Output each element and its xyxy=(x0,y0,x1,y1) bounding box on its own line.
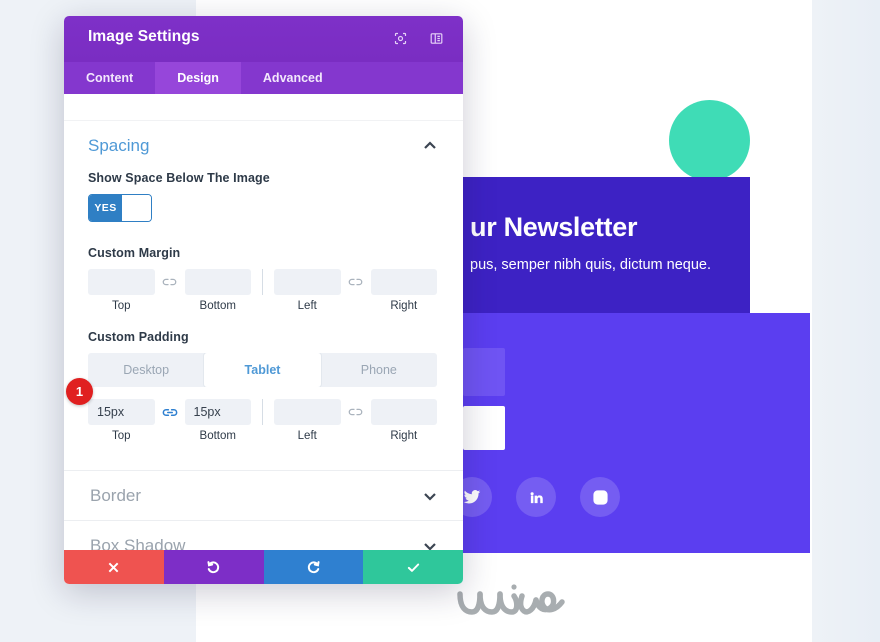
padding-right-label: Right xyxy=(390,430,418,442)
custom-padding-inputs: 15px 15px xyxy=(88,399,437,425)
unlink-icon-padding-horizontal[interactable] xyxy=(341,406,371,418)
show-space-below-toggle[interactable]: YES xyxy=(88,194,152,222)
custom-margin-field: Custom Margin Top Bottom Left Right xyxy=(64,246,463,312)
device-tab-tablet[interactable]: Tablet xyxy=(204,353,321,387)
section-box-shadow-title: Box Shadow xyxy=(90,535,186,551)
modal-body: Spacing Show Space Below The Image YES C… xyxy=(64,94,463,550)
margin-bottom-input[interactable] xyxy=(184,269,251,295)
modal-tabs: Content Design Advanced xyxy=(64,62,463,94)
device-tab-phone[interactable]: Phone xyxy=(321,353,437,387)
newsletter-banner xyxy=(460,177,750,313)
margin-left-label: Left xyxy=(297,300,317,312)
panel-layout-icon[interactable] xyxy=(425,27,447,49)
save-button[interactable] xyxy=(363,550,463,584)
padding-left-label: Left xyxy=(297,430,317,442)
margin-right-input[interactable] xyxy=(370,269,437,295)
step-badge-1: 1 xyxy=(66,378,93,405)
padding-bottom-input[interactable]: 15px xyxy=(184,399,251,425)
page-right-gutter xyxy=(812,0,880,642)
section-spacing-title: Spacing xyxy=(88,136,150,155)
modal-title: Image Settings xyxy=(88,28,200,45)
margin-bottom-label: Bottom xyxy=(199,300,236,312)
modal-header: Image Settings xyxy=(64,16,463,62)
margin-top-label: Top xyxy=(111,300,131,312)
margin-left-input[interactable] xyxy=(274,269,341,295)
section-spacing-header[interactable]: Spacing xyxy=(64,121,463,171)
decorative-teal-circle xyxy=(669,100,750,181)
padding-left-input[interactable] xyxy=(274,399,341,425)
body-top-spacer xyxy=(64,94,463,121)
unlink-icon-margin-vertical[interactable] xyxy=(155,276,185,288)
custom-padding-field: Custom Padding Desktop Tablet Phone 15px xyxy=(64,330,463,442)
redo-button[interactable] xyxy=(263,550,364,584)
margin-divider xyxy=(262,269,263,295)
custom-padding-label: Custom Padding xyxy=(88,330,189,344)
email-field[interactable] xyxy=(463,348,505,396)
chevron-down-icon-border[interactable] xyxy=(423,489,437,503)
cancel-button[interactable] xyxy=(64,550,164,584)
padding-divider xyxy=(262,399,263,425)
section-box-shadow-header[interactable]: Box Shadow xyxy=(64,520,463,550)
chevron-down-icon-box-shadow[interactable] xyxy=(423,539,437,550)
link-icon-padding-vertical[interactable] xyxy=(155,406,185,419)
image-settings-modal: Image Settings Content Design Advanced S… xyxy=(64,16,463,584)
tab-content[interactable]: Content xyxy=(64,62,155,94)
tab-design[interactable]: Design xyxy=(155,62,241,94)
section-border-title: Border xyxy=(90,485,142,505)
linkedin-icon[interactable] xyxy=(516,477,556,517)
chevron-up-icon[interactable] xyxy=(423,139,437,153)
tab-advanced[interactable]: Advanced xyxy=(241,62,345,94)
site-logo xyxy=(452,578,582,628)
newsletter-subtext: pus, semper nibh quis, dictum neque. xyxy=(470,257,711,273)
margin-top-input[interactable] xyxy=(88,269,155,295)
custom-margin-label: Custom Margin xyxy=(88,246,181,260)
padding-right-input[interactable] xyxy=(370,399,437,425)
padding-top-input[interactable]: 15px xyxy=(88,399,155,425)
margin-right-label: Right xyxy=(390,300,418,312)
focus-target-icon[interactable] xyxy=(389,27,411,49)
custom-margin-inputs xyxy=(88,269,437,295)
unlink-icon-margin-horizontal[interactable] xyxy=(341,276,371,288)
toggle-on-label: YES xyxy=(89,195,122,221)
newsletter-heading: ur Newsletter xyxy=(470,212,638,242)
instagram-icon[interactable] xyxy=(580,477,620,517)
modal-header-actions xyxy=(389,27,447,49)
responsive-device-tabs: Desktop Tablet Phone xyxy=(88,353,437,387)
toggle-knob xyxy=(122,195,151,221)
padding-top-label: Top xyxy=(111,430,131,442)
show-space-below-label: Show Space Below The Image xyxy=(88,171,270,185)
show-space-below-field: Show Space Below The Image YES xyxy=(64,171,463,222)
modal-footer xyxy=(64,550,463,584)
custom-margin-labels: Top Bottom Left Right xyxy=(88,300,437,312)
subscribe-button[interactable] xyxy=(463,406,505,450)
section-border-header[interactable]: Border xyxy=(64,470,463,520)
padding-bottom-label: Bottom xyxy=(199,430,236,442)
signup-form-section xyxy=(460,313,810,553)
device-tab-desktop[interactable]: Desktop xyxy=(88,353,204,387)
undo-button[interactable] xyxy=(163,550,264,584)
custom-padding-labels: Top Bottom Left Right xyxy=(88,430,437,442)
